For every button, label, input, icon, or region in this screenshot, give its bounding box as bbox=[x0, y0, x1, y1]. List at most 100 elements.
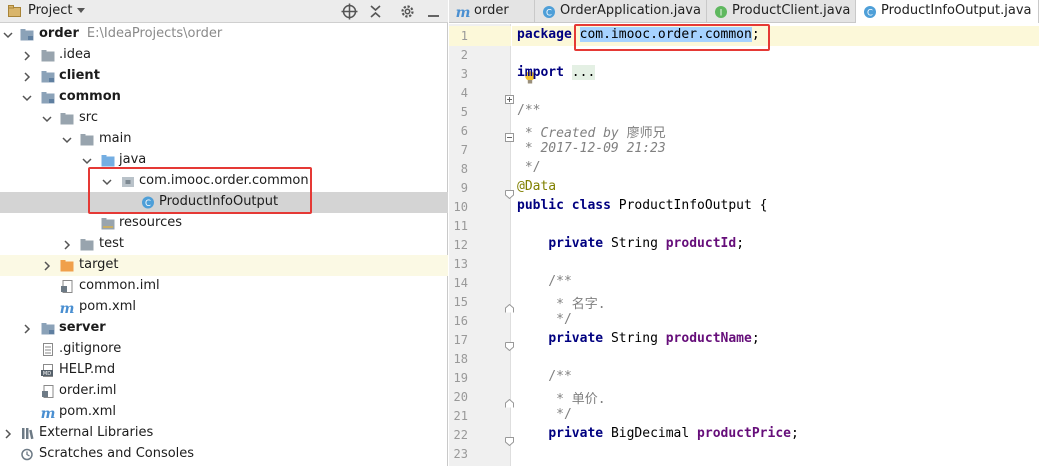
module-folder-icon bbox=[20, 29, 34, 41]
source-folder-icon bbox=[101, 155, 115, 167]
line-number: 19 bbox=[453, 371, 468, 385]
chevron-down-icon[interactable] bbox=[22, 93, 32, 103]
tree-item-gitignore[interactable]: .gitignore bbox=[0, 339, 448, 360]
chevron-right-icon[interactable] bbox=[42, 261, 52, 271]
chevron-down-icon[interactable] bbox=[62, 135, 72, 145]
tree-item-label: .gitignore bbox=[59, 341, 122, 356]
tree-item-order-iml[interactable]: order.iml bbox=[0, 381, 448, 402]
svg-text:C: C bbox=[546, 8, 552, 18]
line-number: 10 bbox=[453, 200, 468, 214]
chevron-down-icon[interactable] bbox=[102, 177, 112, 187]
project-path: E:\IdeaProjects\order bbox=[86, 26, 223, 41]
line-number: 23 bbox=[453, 447, 468, 461]
tree-item-common[interactable]: common bbox=[0, 87, 448, 108]
line-number-gutter[interactable]: 1 2 3 4 5 6 7 8 9 10 11 12 13 14 15 16 1… bbox=[449, 24, 514, 466]
tree-item-src[interactable]: src bbox=[0, 108, 448, 129]
chevron-down-icon[interactable] bbox=[42, 114, 52, 124]
tree-item-product-info-output[interactable]: C ProductInfoOutput bbox=[0, 192, 448, 213]
line-number: 16 bbox=[453, 314, 468, 328]
collapse-all-icon[interactable] bbox=[367, 3, 384, 20]
tree-item-test[interactable]: test bbox=[0, 234, 448, 255]
tree-item-java[interactable]: java bbox=[0, 150, 448, 171]
folder-icon bbox=[80, 134, 94, 146]
text-file-icon bbox=[43, 343, 53, 356]
chevron-right-icon[interactable] bbox=[22, 72, 32, 82]
code-line-15: * 名字. bbox=[517, 297, 606, 312]
tree-item-pom-xml-root[interactable]: m pom.xml bbox=[0, 402, 448, 423]
code-line-21: */ bbox=[517, 407, 572, 422]
line-number: 13 bbox=[453, 257, 468, 271]
tab-label: ProductClient.java bbox=[732, 3, 851, 18]
folder-icon bbox=[60, 113, 74, 125]
resources-folder-icon bbox=[101, 218, 115, 230]
tree-item-label: java bbox=[119, 152, 147, 167]
tree-item-label: main bbox=[99, 131, 132, 146]
line-number: 2 bbox=[460, 48, 468, 62]
project-view-title[interactable]: Project bbox=[28, 3, 72, 18]
tree-item-pom-xml[interactable]: m pom.xml bbox=[0, 297, 448, 318]
hide-icon[interactable] bbox=[425, 3, 442, 20]
project-panel: Project order E:\IdeaProjects\order .ide… bbox=[0, 0, 448, 466]
iml-file-icon bbox=[42, 385, 54, 398]
project-toolbar: Project bbox=[0, 0, 448, 23]
line-number: 21 bbox=[453, 409, 468, 423]
chevron-down-icon[interactable] bbox=[77, 8, 85, 13]
line-number: 6 bbox=[460, 124, 468, 138]
line-number: 22 bbox=[453, 428, 468, 442]
tree-item-help-md[interactable]: MD HELP.md bbox=[0, 360, 448, 381]
chevron-right-icon[interactable] bbox=[62, 240, 72, 250]
svg-text:m: m bbox=[41, 406, 55, 419]
line-number: 15 bbox=[453, 295, 468, 309]
tree-item-label: External Libraries bbox=[39, 425, 154, 440]
tab-product-info-output[interactable]: C ProductInfoOutput.java bbox=[856, 0, 1039, 23]
tree-item-server[interactable]: server bbox=[0, 318, 448, 339]
tab-order[interactable]: m order bbox=[449, 0, 535, 23]
code-line-9: @Data bbox=[517, 179, 557, 194]
tree-item-target[interactable]: target bbox=[0, 255, 448, 276]
tree-item-idea[interactable]: .idea bbox=[0, 45, 448, 66]
svg-text:m: m bbox=[456, 5, 470, 19]
tree-item-package[interactable]: com.imooc.order.common bbox=[0, 171, 448, 192]
chevron-down-icon[interactable] bbox=[82, 156, 92, 166]
code-line-3: import ... bbox=[517, 65, 596, 80]
line-number: 7 bbox=[460, 143, 468, 157]
scratches-icon bbox=[21, 448, 33, 461]
editor-tab-bar: m order C OrderApplication.java I Produc… bbox=[449, 0, 1039, 23]
class-icon: C bbox=[864, 6, 876, 18]
chevron-right-icon[interactable] bbox=[22, 324, 32, 334]
chevron-down-icon[interactable] bbox=[3, 30, 13, 40]
tree-item-order[interactable]: order E:\IdeaProjects\order bbox=[0, 24, 448, 45]
svg-text:I: I bbox=[720, 8, 723, 18]
tab-order-application[interactable]: C OrderApplication.java bbox=[535, 0, 707, 23]
maven-icon: m bbox=[456, 5, 470, 19]
code-editor[interactable]: package com.imooc.order.common; import .… bbox=[512, 24, 1039, 466]
target-icon[interactable] bbox=[341, 3, 358, 20]
line-number: 17 bbox=[453, 333, 468, 347]
tree-item-label: resources bbox=[119, 215, 183, 230]
tree-item-resources[interactable]: resources bbox=[0, 213, 448, 234]
tree-item-external-libraries[interactable]: External Libraries bbox=[0, 423, 448, 444]
tab-product-client[interactable]: I ProductClient.java bbox=[707, 0, 856, 23]
class-icon: C bbox=[142, 196, 154, 209]
tree-item-label: common.iml bbox=[79, 278, 160, 293]
line-number: 12 bbox=[453, 238, 468, 252]
line-number: 8 bbox=[460, 162, 468, 176]
folded-imports: ... bbox=[571, 65, 596, 80]
chevron-right-icon[interactable] bbox=[22, 51, 32, 61]
tree-item-scratches[interactable]: Scratches and Consoles bbox=[0, 444, 448, 465]
line-number: 4 bbox=[460, 86, 468, 100]
line-number: 5 bbox=[460, 105, 468, 119]
package-name: com.imooc.order.common bbox=[579, 27, 752, 42]
tree-item-label: target bbox=[79, 257, 119, 272]
tree-item-client[interactable]: client bbox=[0, 66, 448, 87]
tree-item-label: test bbox=[99, 236, 124, 251]
chevron-right-icon[interactable] bbox=[3, 429, 13, 439]
markdown-file-icon: MD bbox=[41, 364, 53, 377]
tree-item-main[interactable]: main bbox=[0, 129, 448, 150]
code-line-7: * 2017-12-09 21:23 bbox=[517, 141, 666, 156]
tree-item-common-iml[interactable]: common.iml bbox=[0, 276, 448, 297]
code-line-10: public class ProductInfoOutput { bbox=[517, 198, 768, 213]
code-line-14: /** bbox=[517, 274, 572, 289]
svg-text:C: C bbox=[145, 199, 151, 209]
gear-icon[interactable] bbox=[399, 3, 416, 20]
